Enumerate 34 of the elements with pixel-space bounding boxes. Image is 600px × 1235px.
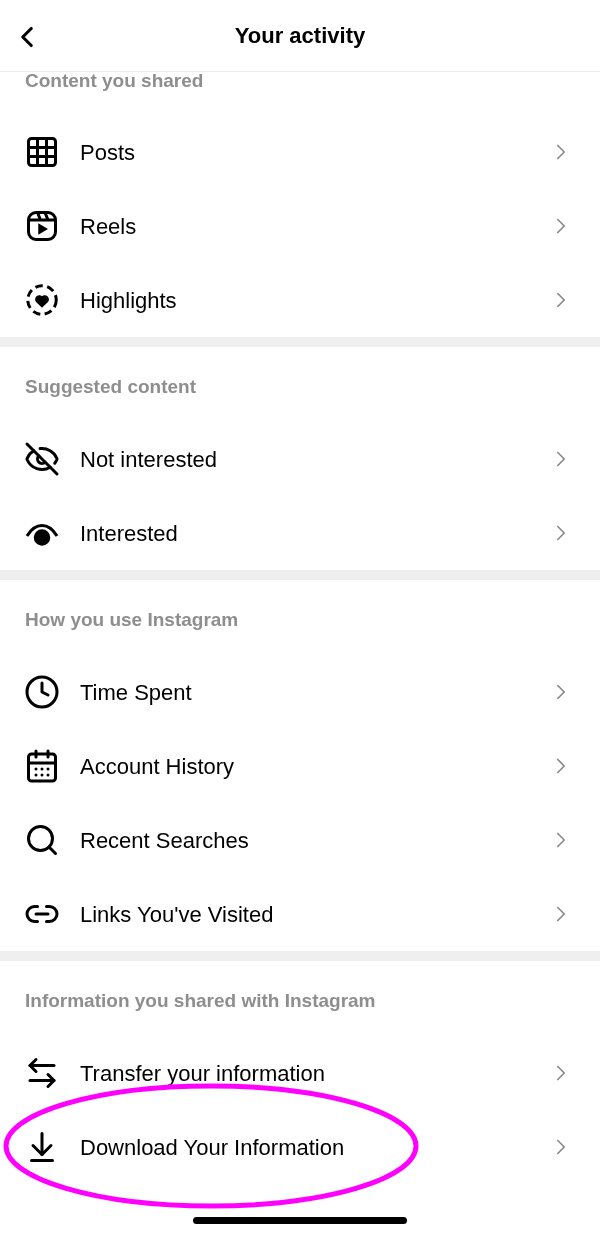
section-heading: Information you shared with Instagram <box>25 990 376 1011</box>
row-label: Interested <box>80 519 179 548</box>
section-heading: How you use Instagram <box>25 609 239 630</box>
menu-row[interactable]: Not interested <box>0 422 600 496</box>
row-label: Posts <box>80 138 137 167</box>
row-label: Recent Searches <box>80 826 250 855</box>
calendar-icon <box>24 748 60 784</box>
menu-row[interactable]: Account History <box>0 729 600 803</box>
clock-icon <box>24 674 60 710</box>
section-heading: Content you shared <box>25 69 204 93</box>
page-title: Your activity <box>234 22 366 50</box>
menu-row[interactable]: Transfer your information <box>0 1036 600 1110</box>
row-label: Download Your Information <box>80 1133 346 1162</box>
row-label: Reels <box>80 212 138 241</box>
reels-icon <box>24 208 60 244</box>
search-icon <box>24 822 60 858</box>
eye-off-icon <box>24 441 60 477</box>
row-label: Time Spent <box>80 678 193 707</box>
menu-row[interactable]: Reels <box>0 189 600 263</box>
menu-row[interactable]: Interested <box>0 496 600 570</box>
row-label: Links You've Visited <box>80 900 275 929</box>
menu-row[interactable]: Posts <box>0 115 600 189</box>
row-label: Highlights <box>80 286 178 315</box>
grid-icon <box>24 134 60 170</box>
menu-row[interactable]: Time Spent <box>0 655 600 729</box>
menu-row[interactable]: Download Your Information <box>0 1110 600 1184</box>
row-label: Account History <box>80 752 236 781</box>
row-label: Not interested <box>80 445 218 474</box>
heart-circle-icon <box>24 282 60 318</box>
menu-row[interactable]: Highlights <box>0 263 600 337</box>
section-heading: Suggested content <box>25 376 196 397</box>
row-label: Transfer your information <box>80 1059 326 1088</box>
menu-row[interactable]: Recent Searches <box>0 803 600 877</box>
menu-row[interactable]: Links You've Visited <box>0 877 600 951</box>
